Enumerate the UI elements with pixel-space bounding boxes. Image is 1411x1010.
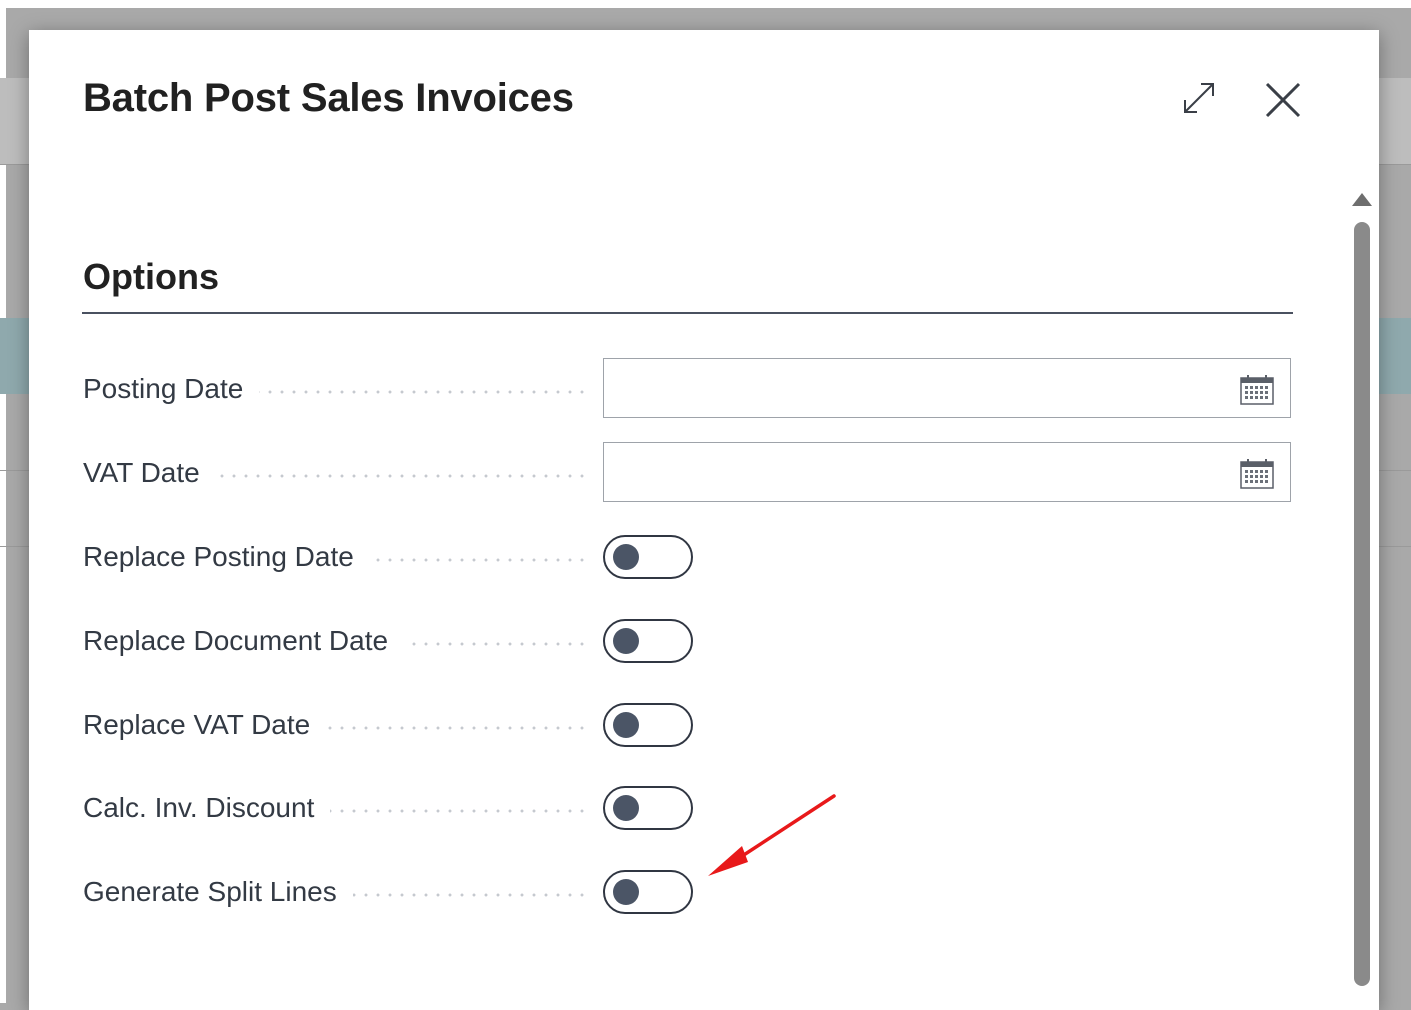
background-top-strip — [0, 0, 1411, 8]
scroll-up-arrow-icon[interactable] — [1350, 190, 1374, 210]
close-icon[interactable] — [1263, 80, 1303, 120]
replace-vat-date-row: Replace VAT Date — [83, 695, 1293, 755]
replace-document-date-row: Replace Document Date — [83, 611, 1293, 671]
calendar-icon[interactable] — [1240, 459, 1274, 489]
posting-date-row: Posting Date — [83, 358, 1293, 419]
dialog-title: Batch Post Sales Invoices — [83, 76, 574, 120]
posting-date-label: Posting Date — [83, 373, 260, 405]
replace-vat-date-toggle[interactable] — [603, 703, 693, 747]
generate-split-lines-row: Generate Split Lines — [83, 862, 1293, 922]
scrollbar-thumb[interactable] — [1354, 222, 1370, 986]
toggle-knob — [613, 628, 639, 654]
vat-date-field[interactable] — [603, 442, 1291, 502]
replace-posting-date-row: Replace Posting Date — [83, 527, 1293, 587]
generate-split-lines-toggle[interactable] — [603, 870, 693, 914]
toggle-knob — [613, 879, 639, 905]
posting-date-field[interactable] — [603, 358, 1291, 418]
replace-posting-date-label: Replace Posting Date — [83, 541, 370, 573]
calc-inv-discount-toggle[interactable] — [603, 786, 693, 830]
options-divider — [82, 312, 1293, 314]
replace-document-date-toggle[interactable] — [603, 619, 693, 663]
vat-date-label: VAT Date — [83, 457, 216, 489]
options-heading: Options — [83, 256, 219, 297]
replace-vat-date-label: Replace VAT Date — [83, 709, 327, 741]
toggle-knob — [613, 544, 639, 570]
toggle-knob — [613, 712, 639, 738]
toggle-knob — [613, 795, 639, 821]
calc-inv-discount-label: Calc. Inv. Discount — [83, 792, 331, 824]
replace-document-date-label: Replace Document Date — [83, 625, 405, 657]
calc-inv-discount-row: Calc. Inv. Discount — [83, 778, 1293, 838]
annotation-arrow-icon — [708, 794, 836, 876]
vat-date-input[interactable] — [604, 443, 1224, 501]
posting-date-input[interactable] — [604, 359, 1224, 417]
expand-icon[interactable] — [1179, 78, 1219, 118]
calendar-icon[interactable] — [1240, 375, 1274, 405]
generate-split-lines-label: Generate Split Lines — [83, 876, 353, 908]
vat-date-row: VAT Date — [83, 442, 1293, 503]
replace-posting-date-toggle[interactable] — [603, 535, 693, 579]
